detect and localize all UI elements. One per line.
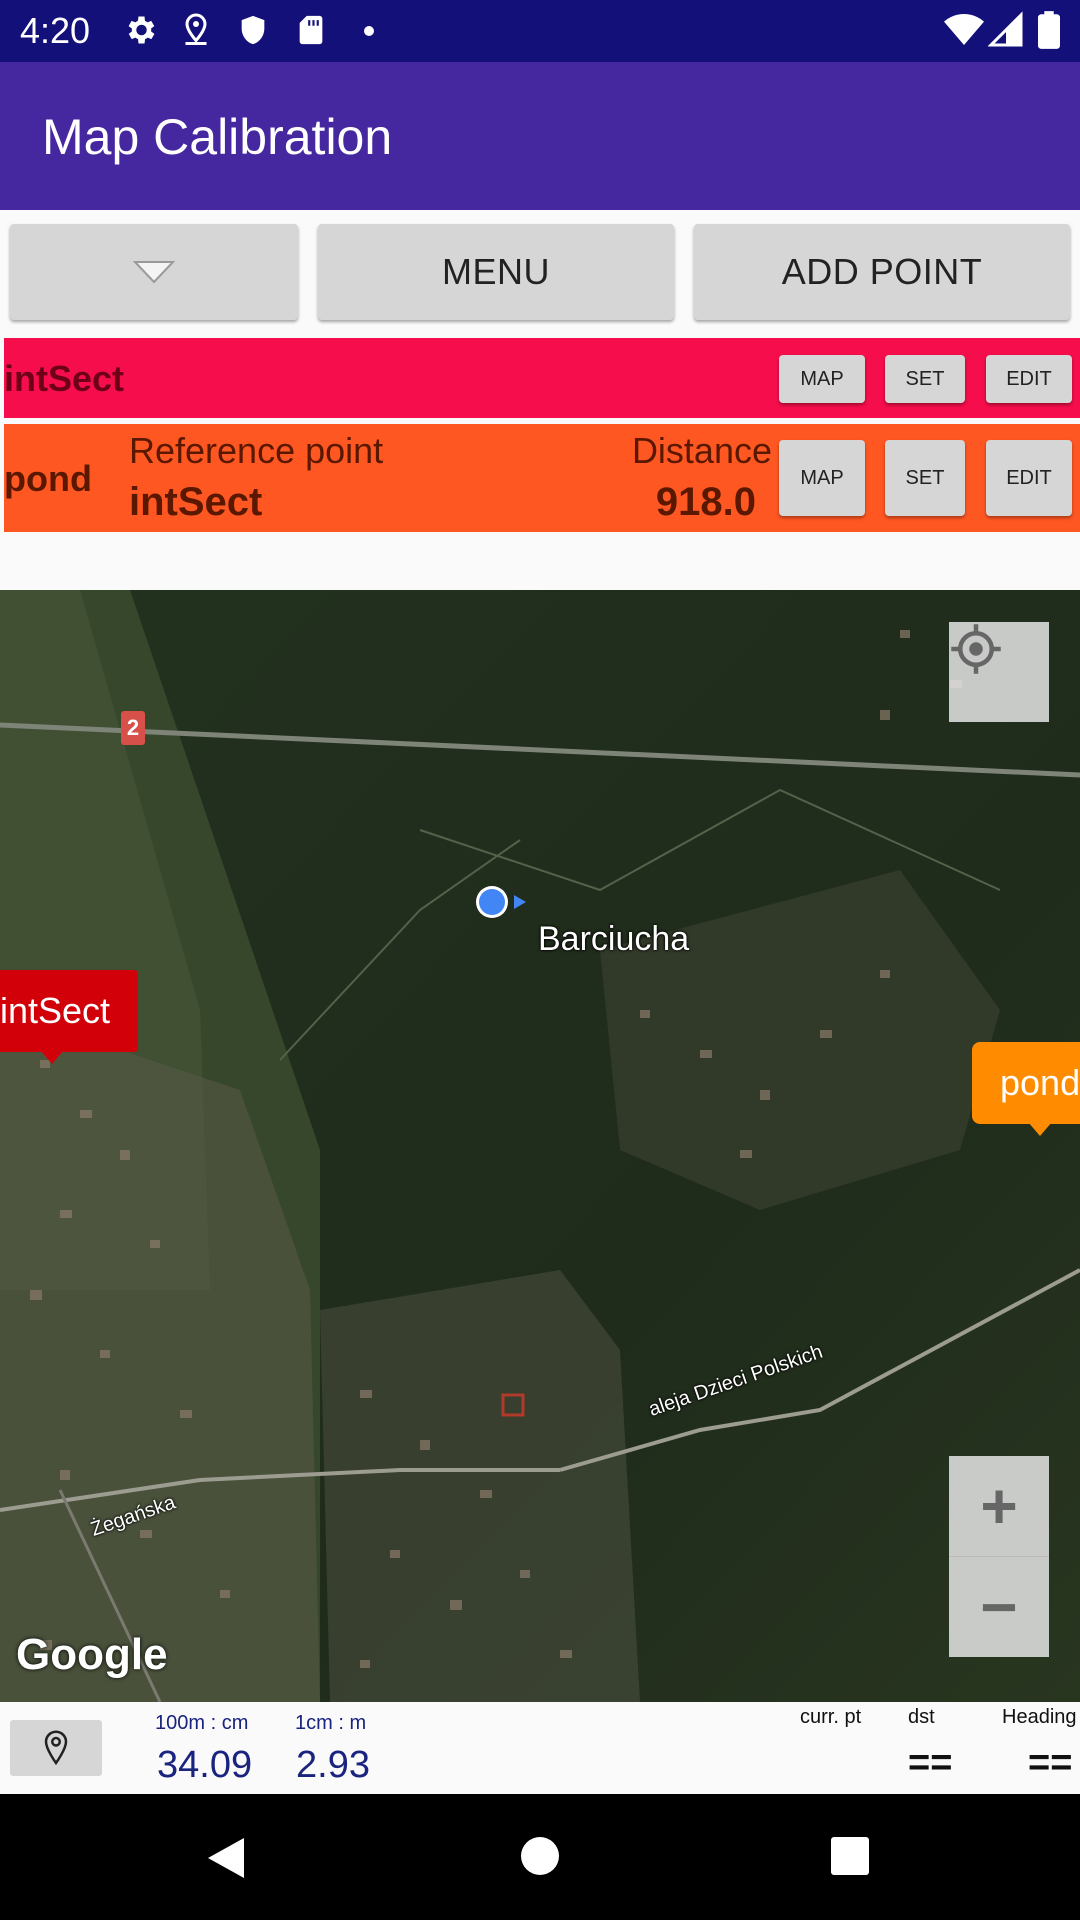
google-logo: Google	[16, 1630, 168, 1679]
settings-icon	[128, 16, 155, 44]
point-row-pond[interactable]: pond Reference point intSect Distance 91…	[4, 424, 1080, 532]
current-point-label: curr. pt	[800, 1706, 862, 1728]
distance-label: dst	[908, 1706, 935, 1728]
marker-pointer-icon	[40, 1050, 64, 1064]
app-bar: Map Calibration	[0, 62, 1080, 210]
reference-point-value: intSect	[129, 480, 263, 524]
set-button[interactable]: SET	[885, 355, 965, 403]
location-pin-icon	[185, 13, 207, 45]
crosshair-icon	[951, 624, 1001, 674]
sd-card-icon	[299, 15, 323, 45]
map-pin-icon	[44, 1730, 68, 1766]
place-label-barciucha: Barciucha	[538, 920, 690, 958]
marker-label: pond	[1000, 1062, 1080, 1103]
scale-1cm-label: 1cm : m	[295, 1712, 367, 1734]
distance-value: ==	[908, 1742, 953, 1784]
my-location-button[interactable]	[949, 622, 1049, 722]
wifi-icon	[944, 14, 984, 45]
zoom-in-button[interactable]: +	[949, 1456, 1049, 1556]
point-name: pond	[4, 458, 92, 499]
menu-button[interactable]: MENU	[318, 224, 674, 320]
heading-label: Heading	[1002, 1706, 1077, 1728]
map-marker-intsect[interactable]: intSect	[0, 970, 138, 1052]
status-time: 4:20	[20, 10, 91, 51]
marker-label: intSect	[0, 990, 111, 1031]
reference-point-label: Reference point	[129, 430, 384, 471]
my-location-dot-icon[interactable]	[470, 882, 530, 922]
heading-value: ==	[1028, 1742, 1073, 1784]
location-button[interactable]	[10, 1720, 102, 1776]
distance-label: Distance	[631, 430, 772, 471]
home-icon[interactable]	[520, 1836, 560, 1876]
edit-button[interactable]: EDIT	[986, 440, 1072, 516]
satellite-imagery	[0, 590, 1080, 1702]
road-number-badge: 2	[121, 711, 145, 745]
distance-value: 918.0	[655, 480, 756, 524]
map-marker-pond[interactable]: pond	[972, 1042, 1080, 1124]
battery-icon	[1038, 11, 1060, 49]
point-dropdown[interactable]	[10, 224, 298, 320]
scale-100m-label: 100m : cm	[155, 1712, 249, 1734]
info-bar: 100m : cm 34.09 1cm : m 2.93 curr. pt ds…	[0, 1702, 1080, 1794]
cellular-signal-icon	[988, 11, 1023, 47]
scale-1cm-value: 2.93	[296, 1744, 370, 1786]
add-point-button[interactable]: ADD POINT	[694, 224, 1070, 320]
navigation-bar	[0, 1794, 1080, 1920]
map-button[interactable]: MAP	[779, 355, 865, 403]
back-icon[interactable]	[204, 1834, 248, 1882]
app-title: Map Calibration	[42, 109, 393, 165]
satellite-map[interactable]: 2 Barciucha aleja Dzieci Polskich Żegańs…	[0, 590, 1080, 1702]
marker-pointer-icon	[1028, 1122, 1052, 1136]
chevron-down-icon	[133, 261, 175, 284]
edit-button[interactable]: EDIT	[986, 355, 1072, 403]
map-button[interactable]: MAP	[779, 440, 865, 516]
set-button[interactable]: SET	[885, 440, 965, 516]
status-bar: 4:20	[0, 0, 1080, 62]
point-name: intSect	[4, 358, 125, 399]
zoom-out-button[interactable]: −	[949, 1557, 1049, 1657]
shield-icon	[241, 15, 265, 45]
notification-dot-icon	[364, 26, 374, 36]
point-row-intsect[interactable]: intSect MAP SET EDIT	[4, 338, 1080, 418]
scale-100m-value: 34.09	[157, 1744, 253, 1786]
recents-icon[interactable]	[830, 1836, 870, 1876]
